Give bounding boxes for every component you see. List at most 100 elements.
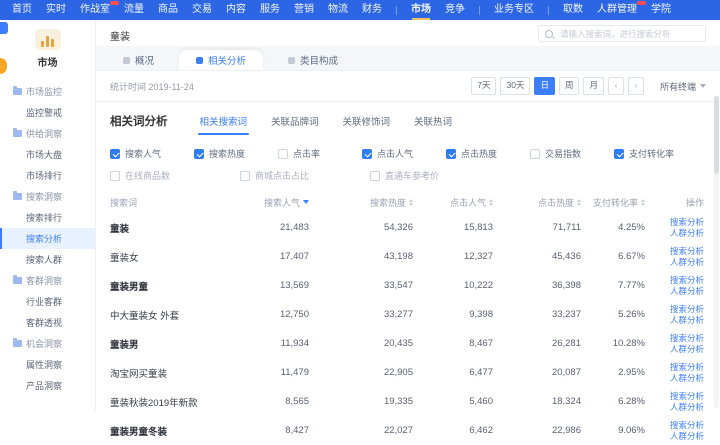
nav-item[interactable]: 内容 xyxy=(226,0,246,20)
column-header[interactable]: 搜索人气 xyxy=(255,196,319,209)
range-button[interactable]: 月 xyxy=(583,77,604,95)
scrollbar[interactable] xyxy=(714,96,719,408)
page-tab[interactable]: 概况 xyxy=(106,50,171,70)
folder-icon xyxy=(13,193,22,200)
range-button[interactable]: 30天 xyxy=(500,77,530,95)
sidebar-module-market[interactable]: 市场 xyxy=(0,20,95,69)
nav-item[interactable]: 人群管理 xyxy=(597,0,637,20)
column-header[interactable]: 点击人气 xyxy=(423,196,503,209)
metric-checkbox[interactable]: 交易指数 xyxy=(530,147,614,160)
sidebar-item[interactable]: 搜索人群 xyxy=(0,249,95,270)
metric-checkbox[interactable]: 搜索人气 xyxy=(110,147,194,160)
sidebar-section[interactable]: 客群洞察 xyxy=(0,270,95,291)
checkbox-unchecked[interactable] xyxy=(530,149,540,159)
metric-checkbox[interactable]: 支付转化率 xyxy=(614,147,698,160)
nav-item[interactable]: 商品 xyxy=(158,0,178,20)
page-tab[interactable]: 相关分析 xyxy=(179,50,263,70)
checkbox-unchecked[interactable] xyxy=(278,149,288,159)
range-button[interactable]: 周 xyxy=(559,77,580,95)
actions-cell: 搜索分析人群分析 xyxy=(655,333,706,354)
range-button[interactable]: 日 xyxy=(534,77,555,95)
sidebar-item[interactable]: 搜索排行 xyxy=(0,207,95,228)
action-link[interactable]: 人群分析 xyxy=(670,402,704,412)
card-tab[interactable]: 关联热词 xyxy=(414,114,452,135)
range-button[interactable]: 7天 xyxy=(471,77,496,95)
sidebar-item[interactable]: 市场排行 xyxy=(0,165,95,186)
action-link[interactable]: 搜索分析 xyxy=(670,275,704,285)
checkbox-checked[interactable] xyxy=(446,149,456,159)
action-link[interactable]: 人群分析 xyxy=(670,315,704,325)
metric-checkbox[interactable]: 点击热度 xyxy=(446,147,530,160)
action-link[interactable]: 搜索分析 xyxy=(670,333,704,343)
metric-checkbox[interactable]: 在线商品数 xyxy=(110,169,240,182)
nav-item[interactable]: 取数 xyxy=(563,0,583,20)
sidebar-item[interactable]: 产品洞察 xyxy=(0,375,95,396)
action-link[interactable]: 人群分析 xyxy=(670,286,704,296)
checkbox-checked[interactable] xyxy=(110,149,120,159)
scrollbar-thumb[interactable] xyxy=(714,96,719,174)
prev-period-button[interactable]: ‹ xyxy=(608,77,624,95)
sidebar-item[interactable]: 客群透视 xyxy=(0,312,95,333)
next-period-button[interactable]: › xyxy=(628,77,644,95)
action-link[interactable]: 搜索分析 xyxy=(670,362,704,372)
card-tab[interactable]: 关联品牌词 xyxy=(271,114,319,135)
sidebar-section[interactable]: 机会洞察 xyxy=(0,333,95,354)
action-link[interactable]: 搜索分析 xyxy=(670,391,704,401)
table-row: 童装男11,93420,4358,46726,28110.28%搜索分析人群分析 xyxy=(110,329,706,358)
search-input[interactable] xyxy=(558,28,699,40)
value-cell: 20,087 xyxy=(503,367,591,378)
column-header[interactable]: 搜索词 xyxy=(110,196,255,209)
checkbox-unchecked[interactable] xyxy=(370,171,380,181)
nav-item[interactable]: 学院 xyxy=(651,0,671,20)
checkbox-unchecked[interactable] xyxy=(240,171,250,181)
action-link[interactable]: 搜索分析 xyxy=(670,246,704,256)
nav-item[interactable]: 交易 xyxy=(192,0,212,20)
nav-item[interactable]: 作战室 xyxy=(80,0,110,20)
column-header[interactable]: 操作 xyxy=(655,196,706,209)
checkbox-checked[interactable] xyxy=(362,149,372,159)
metric-checkbox[interactable]: 点击率 xyxy=(278,147,362,160)
action-link[interactable]: 人群分析 xyxy=(670,344,704,354)
action-link[interactable]: 人群分析 xyxy=(670,431,704,441)
action-link[interactable]: 搜索分析 xyxy=(670,420,704,430)
page-tab[interactable]: 类目构成 xyxy=(271,50,355,70)
terminal-dropdown[interactable]: 所有终端 xyxy=(660,80,706,93)
action-link[interactable]: 人群分析 xyxy=(670,257,704,267)
nav-item[interactable]: 营销 xyxy=(294,0,314,20)
sidebar-item[interactable]: 搜索分析 xyxy=(0,228,95,249)
nav-item[interactable]: 首页 xyxy=(12,0,32,20)
nav-item[interactable]: 财务 xyxy=(362,0,382,20)
column-header[interactable]: 点击热度 xyxy=(503,196,591,209)
action-link[interactable]: 人群分析 xyxy=(670,373,704,383)
search-box[interactable] xyxy=(538,25,706,42)
checkbox-checked[interactable] xyxy=(614,149,624,159)
nav-item[interactable]: 服务 xyxy=(260,0,280,20)
metric-checkbox[interactable]: 商城点击占比 xyxy=(240,169,370,182)
sidebar-item[interactable]: 市场大盘 xyxy=(0,144,95,165)
checkbox-unchecked[interactable] xyxy=(110,171,120,181)
sidebar-item[interactable]: 行业客群 xyxy=(0,291,95,312)
metric-checkbox[interactable]: 搜索热度 xyxy=(194,147,278,160)
sidebar-item[interactable]: 监控警戒 xyxy=(0,102,95,123)
nav-item[interactable]: 流量 xyxy=(124,0,144,20)
action-link[interactable]: 人群分析 xyxy=(670,228,704,238)
nav-item[interactable]: 业务专区 xyxy=(494,0,534,20)
card-tab[interactable]: 关联修饰词 xyxy=(343,114,391,135)
metric-checkbox[interactable]: 直通车参考价 xyxy=(370,169,500,182)
nav-item[interactable]: 实时 xyxy=(46,0,66,20)
checkbox-checked[interactable] xyxy=(194,149,204,159)
sidebar-item[interactable]: 属性洞察 xyxy=(0,354,95,375)
nav-item[interactable]: 物流 xyxy=(328,0,348,20)
sidebar-section[interactable]: 市场监控 xyxy=(0,81,95,102)
action-link[interactable]: 搜索分析 xyxy=(670,217,704,227)
action-link[interactable]: 搜索分析 xyxy=(670,304,704,314)
card-tab[interactable]: 相关搜索词 xyxy=(200,114,248,135)
nav-item[interactable]: 竞争 xyxy=(445,0,465,20)
folder-icon xyxy=(13,88,22,95)
nav-item[interactable]: 市场 xyxy=(411,0,431,20)
column-header[interactable]: 支付转化率 xyxy=(591,196,655,209)
column-header[interactable]: 搜索热度 xyxy=(319,196,423,209)
sidebar-section[interactable]: 供给洞察 xyxy=(0,123,95,144)
metric-checkbox[interactable]: 点击人气 xyxy=(362,147,446,160)
sidebar-section[interactable]: 搜索洞察 xyxy=(0,186,95,207)
